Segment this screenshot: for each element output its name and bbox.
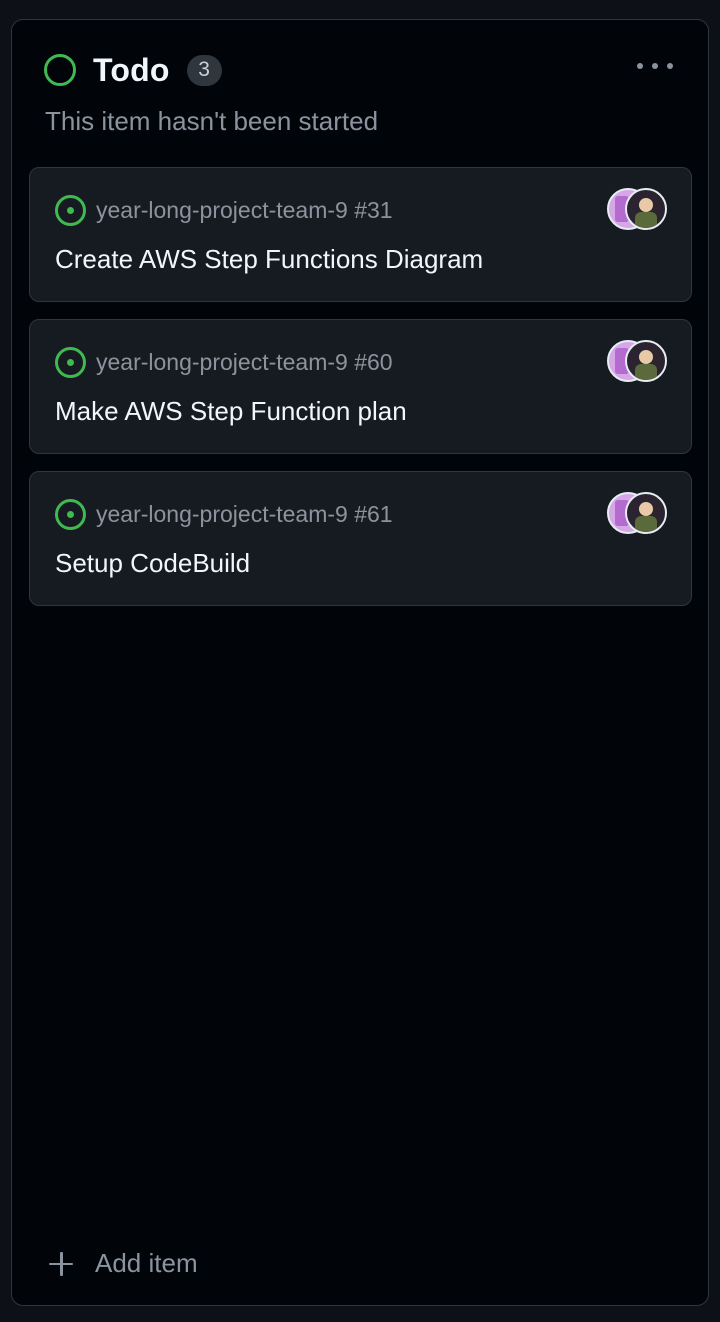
assignee-avatars[interactable] [607,492,667,534]
card-list: year-long-project-team-9 #31 Create AWS … [29,167,692,623]
issue-card[interactable]: year-long-project-team-9 #31 Create AWS … [29,167,692,302]
column-header: Todo 3 [44,52,684,88]
column-menu-button[interactable] [634,52,676,80]
card-meta: year-long-project-team-9 #31 [55,195,393,226]
avatar[interactable] [625,492,667,534]
add-item-button[interactable]: Add item [48,1248,198,1279]
avatar[interactable] [625,188,667,230]
card-meta: year-long-project-team-9 #60 [55,347,393,378]
card-title[interactable]: Setup CodeBuild [55,548,250,579]
column-title: Todo [93,51,170,88]
repo-reference[interactable]: year-long-project-team-9 #31 [96,197,393,224]
plus-icon [48,1251,74,1277]
issue-open-icon [55,499,86,530]
add-item-label: Add item [95,1248,198,1278]
status-circle-icon [44,54,76,86]
issue-open-icon [55,347,86,378]
column-description: This item hasn't been started [45,106,379,136]
avatar[interactable] [625,340,667,382]
card-title[interactable]: Create AWS Step Functions Diagram [55,244,483,275]
repo-reference[interactable]: year-long-project-team-9 #61 [96,501,393,528]
item-count-badge: 3 [186,54,222,86]
board-column-todo: Todo 3 This item hasn't been started yea… [11,19,709,1306]
issue-open-icon [55,195,86,226]
repo-reference[interactable]: year-long-project-team-9 #60 [96,349,393,376]
issue-card[interactable]: year-long-project-team-9 #61 Setup CodeB… [29,471,692,606]
card-meta: year-long-project-team-9 #61 [55,499,393,530]
assignee-avatars[interactable] [607,188,667,230]
kebab-horizontal-icon [637,63,643,69]
assignee-avatars[interactable] [607,340,667,382]
card-title[interactable]: Make AWS Step Function plan [55,396,407,427]
issue-card[interactable]: year-long-project-team-9 #60 Make AWS St… [29,319,692,454]
